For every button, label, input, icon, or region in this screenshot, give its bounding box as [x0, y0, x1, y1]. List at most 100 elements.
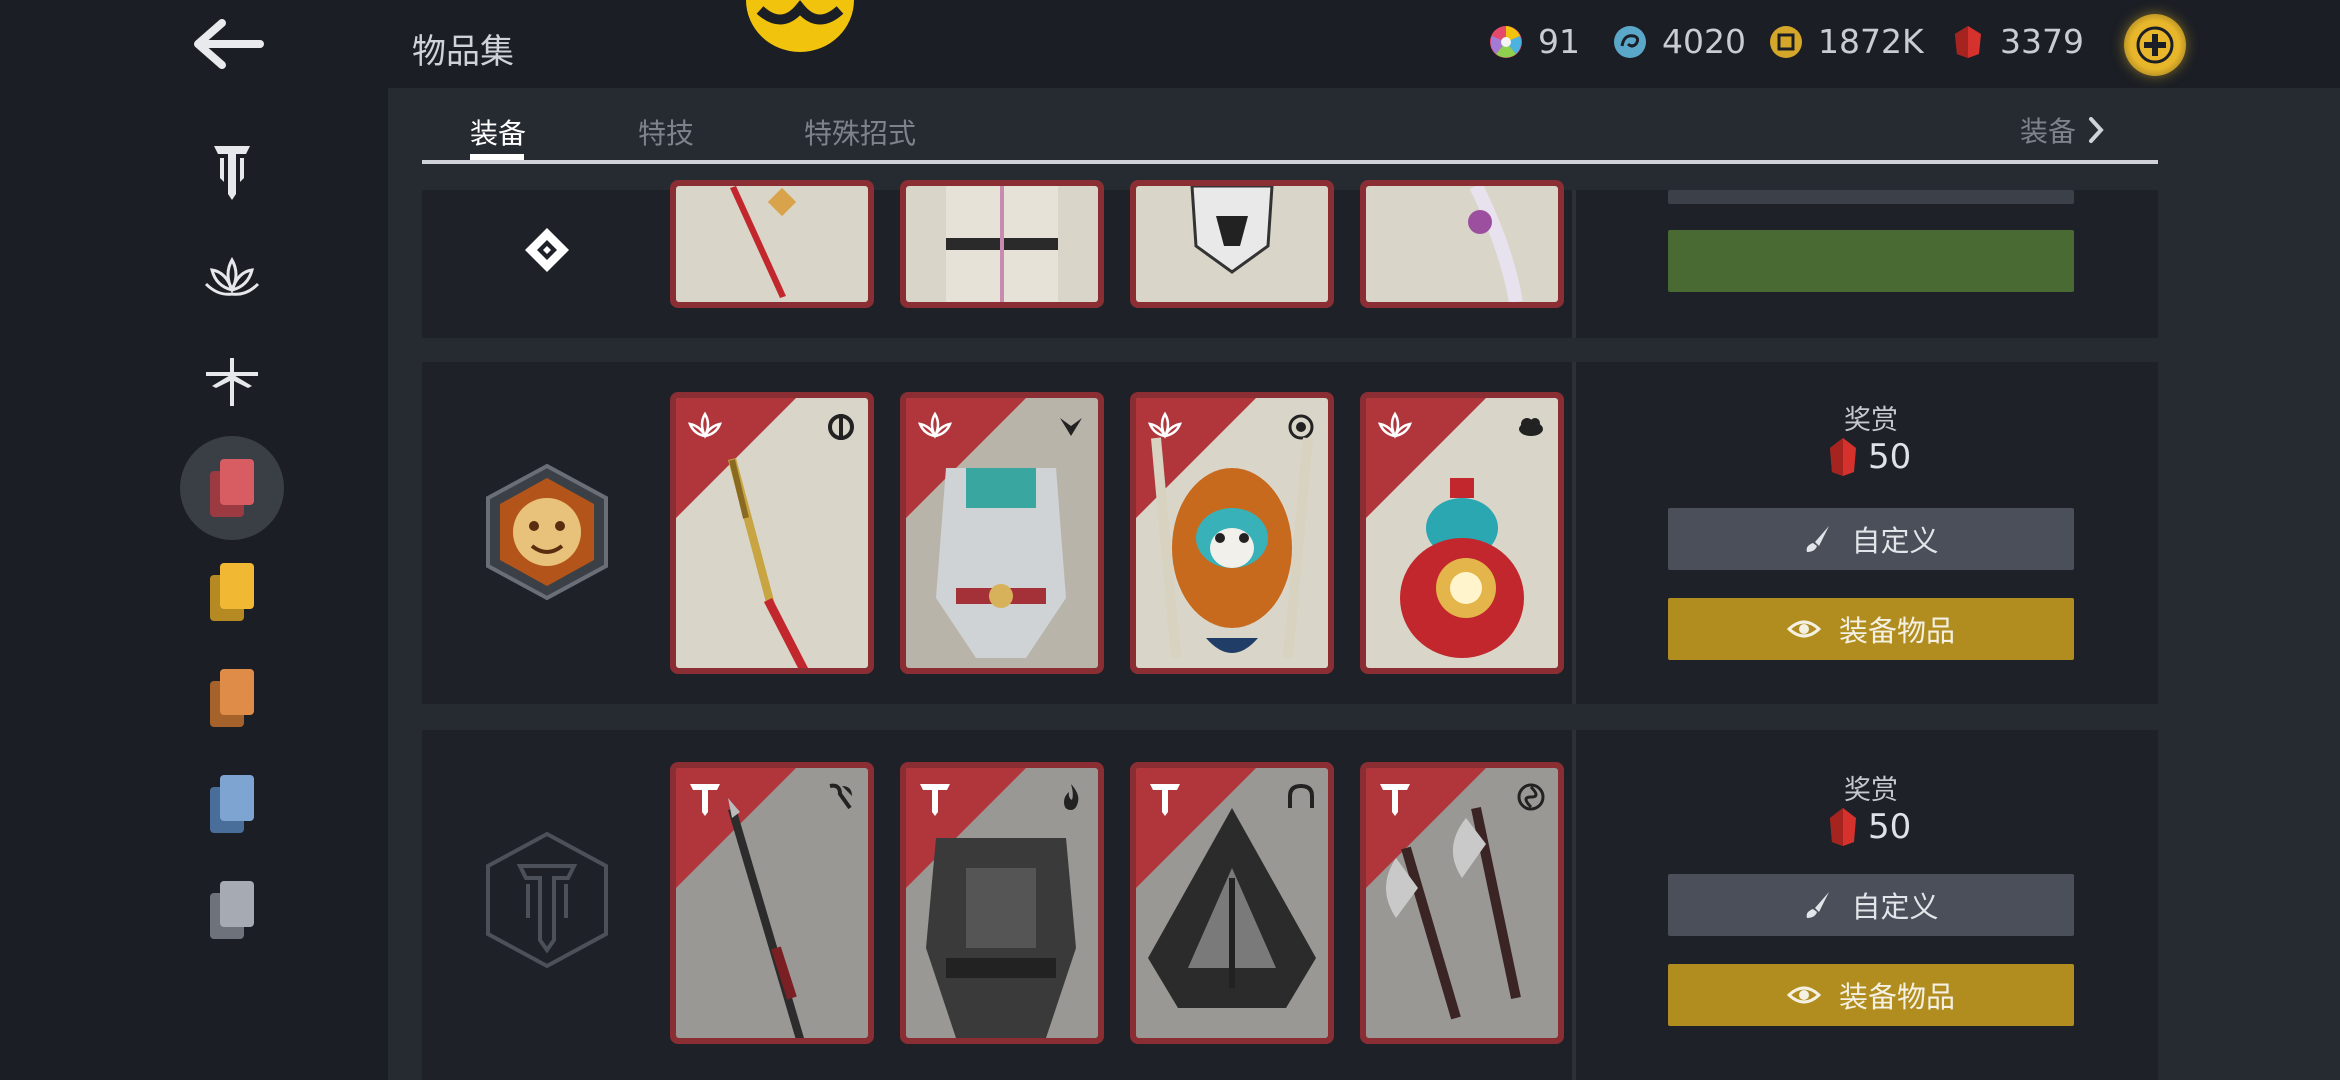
customize-button[interactable]: 自定义 [1668, 874, 2074, 936]
item-card[interactable] [900, 392, 1104, 674]
equip-items-button[interactable]: 装备物品 [1668, 598, 2074, 660]
knights-hero-emblem-icon [486, 831, 608, 969]
steel-coin-icon [1768, 24, 1804, 60]
spear-art [728, 798, 804, 1038]
gourd-art [1400, 478, 1524, 658]
lotus-faction-icon [204, 256, 260, 296]
currency-swirl-value: 4020 [1662, 22, 1746, 61]
card-art [676, 398, 868, 668]
sidebar-item-orange-cards[interactable] [180, 646, 284, 750]
hood-art [1148, 808, 1316, 1008]
customize-button[interactable]: 自定义 [1668, 508, 2074, 570]
golden-staff-art [728, 458, 808, 668]
hero-row-partial [422, 180, 2158, 338]
equip-label: 装备物品 [1838, 980, 1955, 1014]
game-logo-icon [746, 0, 854, 52]
hero-row: 奖赏 50 自定义 装备物品 [422, 362, 2158, 704]
row-divider [1572, 362, 1576, 704]
item-card[interactable] [1360, 762, 1564, 1044]
helmet-art [1190, 186, 1274, 274]
tab-equipment[interactable]: 装备 [470, 112, 526, 152]
sidebar-item-lotus[interactable] [180, 226, 284, 330]
page-title: 物品集 [412, 32, 514, 72]
reward-label: 奖赏 [1844, 405, 1898, 436]
card-art [906, 768, 1098, 1038]
back-button[interactable] [188, 14, 268, 74]
card-art [906, 398, 1098, 668]
equipment-filter-label: 装备 [2020, 115, 2077, 148]
swirl-icon [1612, 24, 1648, 60]
card-art [1136, 768, 1328, 1038]
item-card[interactable] [670, 180, 874, 308]
brush-icon [1807, 892, 1830, 918]
monkey-mask-art [1151, 437, 1313, 659]
currency-steel-value: 1872K [1818, 22, 1924, 61]
yellow-cards-icon [210, 563, 254, 621]
item-card[interactable] [1130, 762, 1334, 1044]
currency-gems: 3379 [1950, 22, 2084, 61]
chevron-right-icon [2089, 117, 2104, 143]
card-art [1136, 186, 1328, 302]
equipment-filter-button[interactable]: 装备 [2020, 110, 2104, 150]
sidebar-item-red-cards[interactable] [180, 436, 284, 540]
row-partial-button[interactable] [1668, 190, 2074, 204]
currency-steel: 1872K [1768, 22, 1924, 61]
card-art [676, 186, 868, 302]
currency-palette-value: 91 [1538, 22, 1580, 61]
reward-value: 50 [1868, 437, 1912, 477]
currency-palette: 91 [1488, 22, 1580, 61]
sidebar-item-dragonfly[interactable] [180, 330, 284, 434]
item-card[interactable] [1130, 180, 1334, 308]
hero-emblem[interactable] [482, 462, 612, 602]
sidebar-item-knights[interactable] [180, 118, 284, 222]
item-card[interactable] [1130, 392, 1334, 674]
tabs-divider [422, 160, 2158, 164]
currency-swirl: 4020 [1612, 22, 1746, 61]
hero-emblem[interactable] [482, 190, 612, 310]
customize-label: 自定义 [1851, 524, 1939, 558]
row-divider [1572, 190, 1576, 338]
reward-amount: 50 [1828, 806, 1911, 848]
row-partial-equip-button[interactable] [1668, 230, 2074, 292]
red-cards-icon [210, 459, 254, 517]
eye-icon [1786, 620, 1821, 638]
card-art [1366, 186, 1558, 302]
item-card[interactable] [670, 762, 874, 1044]
orange-cards-icon [210, 669, 254, 727]
item-card[interactable] [900, 180, 1104, 308]
equip-items-button[interactable]: 装备物品 [1668, 964, 2074, 1026]
row-divider [1572, 730, 1576, 1080]
active-tab-indicator [470, 154, 524, 160]
sidebar-item-blue-cards[interactable] [180, 752, 284, 856]
sidebar-item-yellow-cards[interactable] [180, 540, 284, 644]
dark-armor-art [926, 838, 1076, 1038]
card-art [1366, 768, 1558, 1038]
bow-art [1468, 186, 1523, 302]
hero-emblem[interactable] [482, 830, 612, 970]
item-card[interactable] [900, 762, 1104, 1044]
reward-amount: 50 [1828, 436, 1911, 478]
tab-feats[interactable]: 特技 [638, 112, 694, 152]
item-card[interactable] [670, 392, 874, 674]
armor-art [946, 186, 1058, 302]
item-card[interactable] [1360, 392, 1564, 674]
monkey-hero-emblem-icon [486, 463, 608, 601]
add-currency-button[interactable] [2124, 14, 2186, 76]
equip-label: 装备物品 [1838, 614, 1955, 648]
brush-icon [1807, 526, 1830, 552]
item-card[interactable] [1360, 180, 1564, 308]
reward-label: 奖赏 [1844, 775, 1898, 806]
card-art [1136, 398, 1328, 668]
dragonfly-faction-icon [206, 358, 258, 406]
customize-label: 自定义 [1851, 890, 1939, 924]
sidebar-item-grey-cards[interactable] [180, 858, 284, 962]
reward-value: 50 [1868, 807, 1912, 847]
card-art [906, 186, 1098, 302]
plus-icon [2136, 26, 2174, 64]
card-art [676, 768, 868, 1038]
tab-special-moves[interactable]: 特殊招式 [804, 112, 916, 152]
grey-cards-icon [210, 881, 254, 939]
back-arrow-icon [194, 19, 264, 69]
red-gem-icon [1830, 438, 1856, 476]
hero-row: 奖赏 50 自定义 装备物品 [422, 730, 2158, 1080]
